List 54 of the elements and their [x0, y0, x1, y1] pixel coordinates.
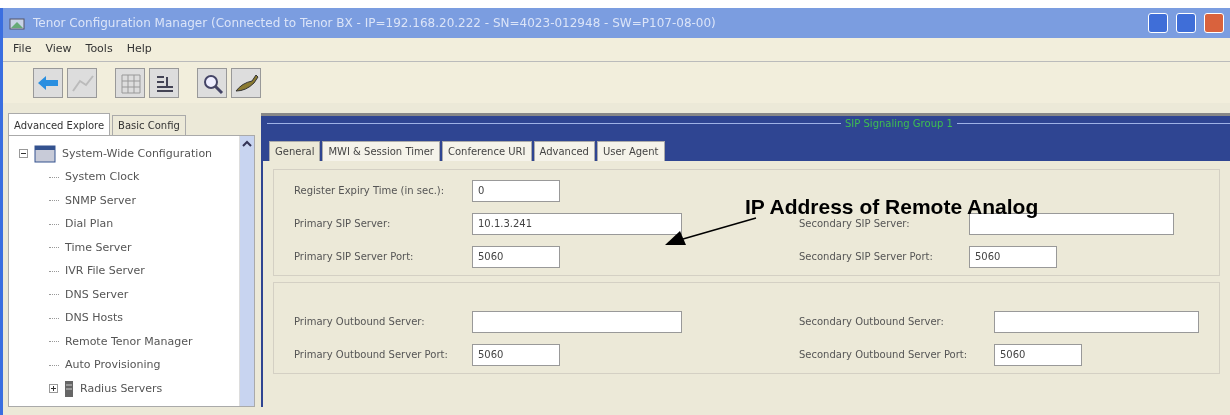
input-field[interactable]: 5060 — [472, 245, 560, 268]
input-field[interactable]: 10.1.3.241 — [472, 212, 682, 235]
input-field[interactable]: 0 — [472, 179, 560, 202]
tree-item[interactable]: Remote Tenor Manager — [65, 333, 193, 350]
input-field[interactable]: 5060 — [969, 245, 1057, 268]
panel-title: SIP Signaling Group 1 — [841, 116, 957, 131]
field-label: Secondary Outbound Server: — [799, 315, 945, 329]
tab[interactable]: Advanced — [533, 141, 595, 161]
input-field[interactable] — [994, 310, 1199, 333]
field-label: Primary SIP Server: — [294, 217, 392, 231]
expand-icon[interactable] — [49, 384, 58, 393]
tree-item[interactable]: Auto Provisioning — [65, 357, 161, 374]
tree-item[interactable]: DNS Hosts — [65, 310, 123, 327]
menu-item[interactable]: Help — [126, 41, 152, 58]
tree-item[interactable]: IVR File Server — [65, 263, 145, 280]
field-label: Primary SIP Server Port: — [294, 250, 415, 264]
minimize-button[interactable] — [1148, 13, 1168, 33]
tree-item[interactable]: Time Server — [65, 239, 132, 256]
window-icon — [34, 144, 56, 163]
server-icon — [64, 379, 74, 398]
input-field[interactable]: 5060 — [472, 343, 560, 366]
tab[interactable]: User Agent — [596, 141, 665, 161]
menu-item[interactable]: File — [13, 41, 32, 58]
tree-item[interactable]: Dial Plan — [65, 216, 114, 233]
app-icon — [9, 17, 25, 30]
field-label: Register Expiry Time (in sec.): — [294, 184, 446, 198]
window-title: Tenor Configuration Manager (Connected to Tenor BX - IP=192.168.20.222 - SN=4023-012948 - SW=P107-08-00) — [33, 15, 717, 32]
field-label: Secondary SIP Server: — [799, 217, 911, 231]
field-label: Secondary Outbound Server Port: — [799, 348, 969, 362]
menu-item[interactable]: Tools — [85, 41, 113, 58]
close-button[interactable] — [1204, 13, 1224, 33]
tab[interactable]: MWI & Session Timer — [322, 141, 440, 161]
tree-item[interactable]: System-Wide Configuration — [62, 145, 213, 162]
scrollbar[interactable] — [239, 136, 254, 406]
toolbar-button[interactable] — [197, 67, 227, 98]
collapse-icon[interactable] — [19, 149, 28, 158]
input-field[interactable]: 5060 — [994, 343, 1082, 366]
maximize-button[interactable] — [1176, 13, 1196, 33]
tab[interactable]: General — [269, 141, 321, 161]
tree-item[interactable]: DNS Server — [65, 286, 129, 303]
toolbar-button[interactable] — [231, 67, 261, 98]
tab[interactable]: Basic Config — [112, 115, 186, 135]
field-label: Primary Outbound Server Port: — [294, 348, 449, 362]
tab[interactable]: Conference URI — [441, 141, 532, 161]
tree-item[interactable]: Radius Servers — [80, 380, 163, 397]
tree-item[interactable]: SNMP Server — [65, 192, 136, 209]
field-label: Primary Outbound Server: — [294, 315, 426, 329]
input-field[interactable] — [472, 310, 682, 333]
field-label: Secondary SIP Server Port: — [799, 250, 934, 264]
tree-item[interactable]: System Clock — [65, 169, 140, 186]
annotation-text: IP Address of Remote Analog — [745, 195, 1039, 219]
toolbar-button[interactable] — [149, 67, 179, 98]
menu-item[interactable]: View — [45, 41, 72, 58]
tab[interactable]: Advanced Explore — [8, 113, 111, 135]
